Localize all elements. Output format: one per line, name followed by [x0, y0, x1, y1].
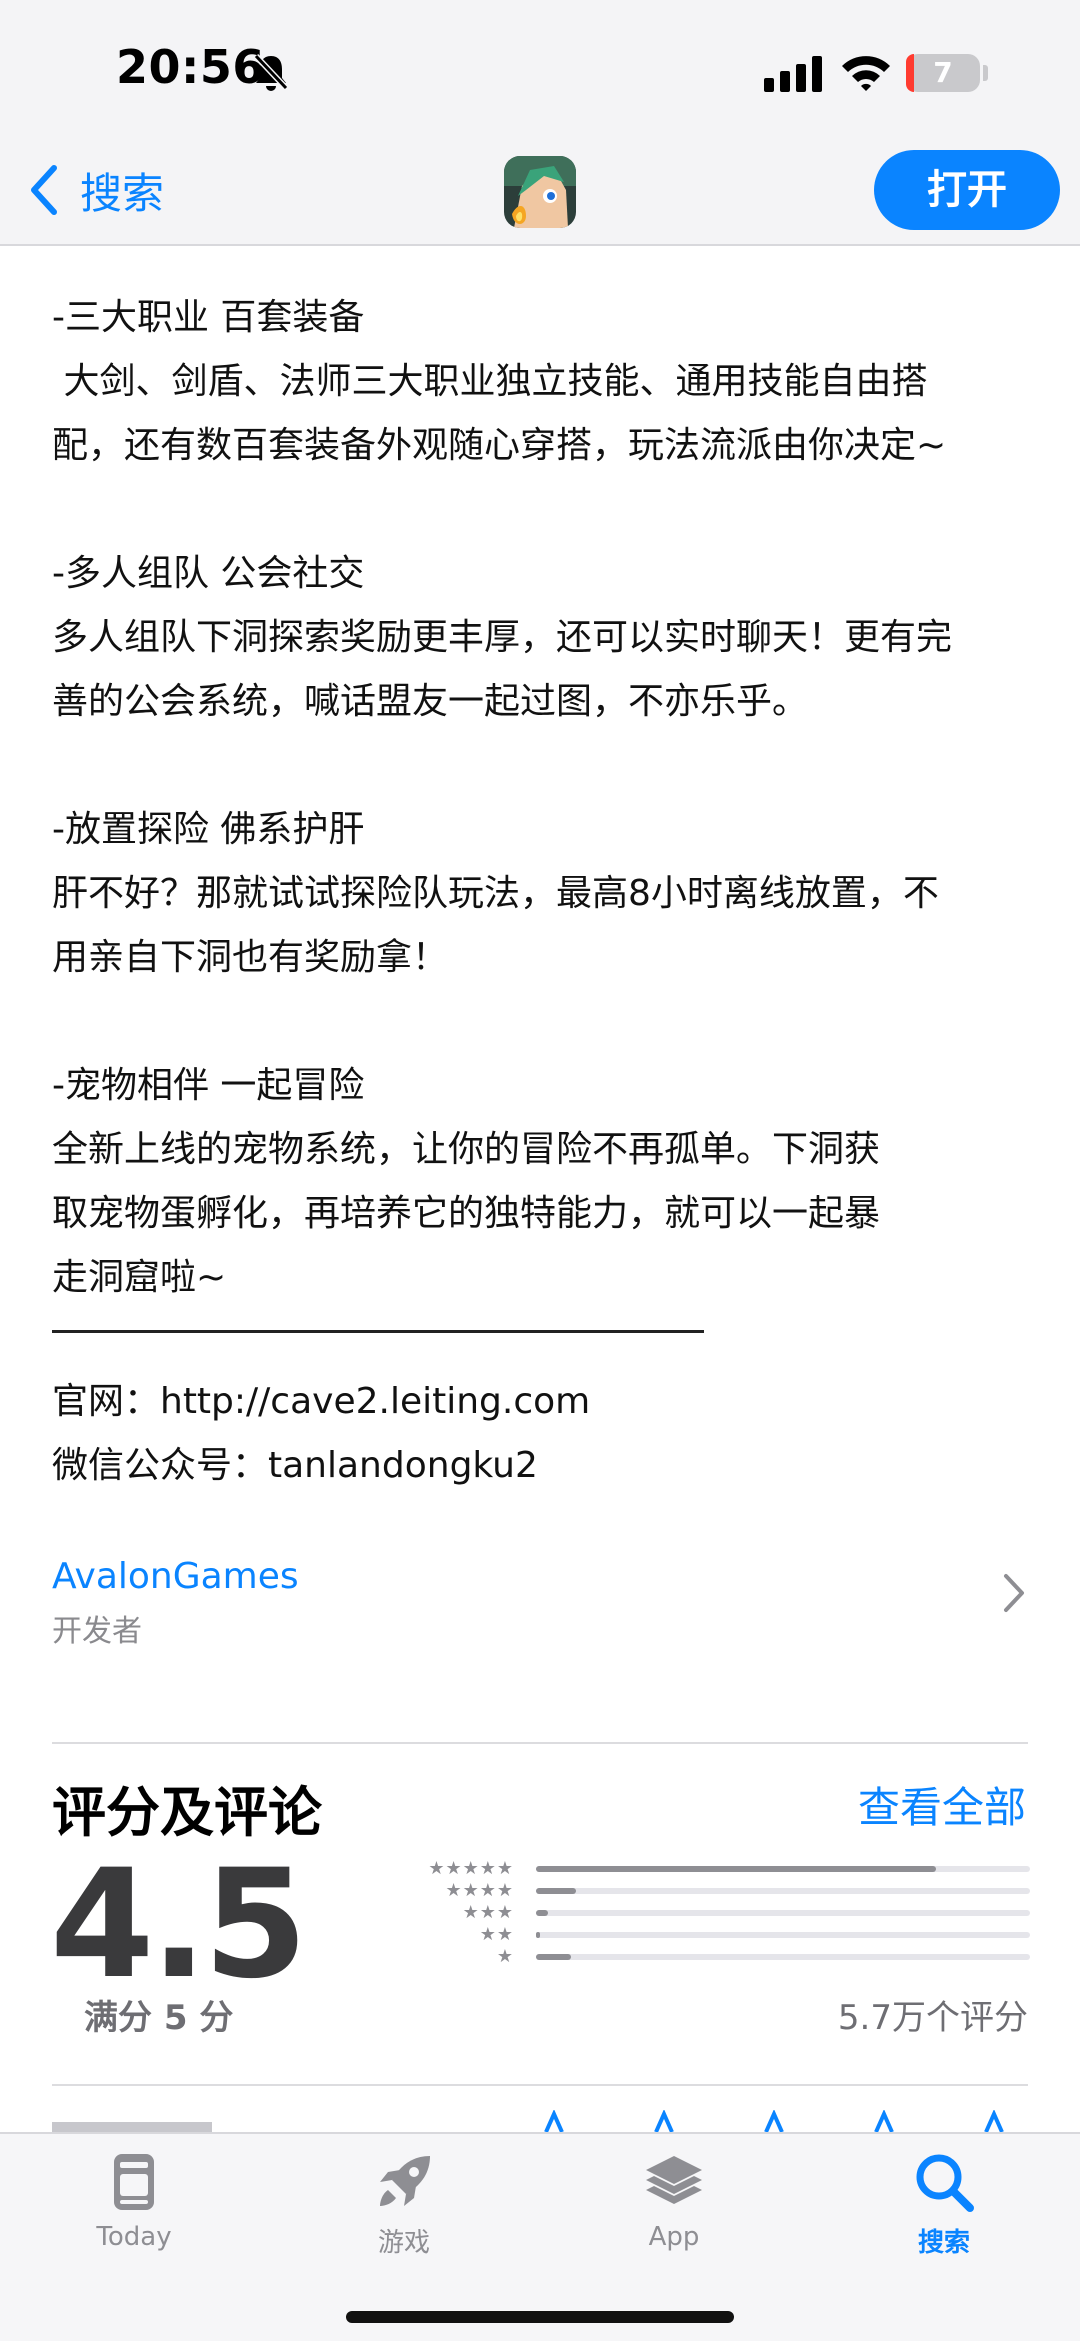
section-text: 多人组队下洞探索奖励更丰厚，还可以实时聊天！更有完 [52, 617, 953, 658]
section-separator [52, 1742, 1028, 1744]
developer-link[interactable]: AvalonGames [52, 1556, 299, 1597]
search-icon [916, 2154, 974, 2212]
tab-games[interactable]: 游戏 [314, 2150, 494, 2259]
rating-count: 5.7万个评分 [837, 1998, 1028, 2038]
battery-icon: 7 [906, 54, 980, 92]
battery-level: 7 [933, 56, 953, 89]
navigation-bar: 搜索 打开 [0, 140, 1080, 246]
average-rating: 4.5 [50, 1838, 308, 2012]
tab-search[interactable]: 搜索 [854, 2150, 1034, 2259]
three-star-bar [536, 1910, 1030, 1916]
five-stars-label: ★★★★★ [428, 1858, 514, 1879]
section-text: 大剑、剑盾、法师三大职业独立技能、通用技能自由搭 [52, 361, 928, 402]
developer-role-label: 开发者 [52, 1614, 142, 1649]
tab-label: 游戏 [377, 2228, 430, 2258]
back-label: 搜索 [80, 168, 165, 218]
game-app-icon [504, 156, 576, 228]
one-star-label: ★ [496, 1946, 514, 1967]
wifi-icon [842, 56, 890, 91]
next-section-peek [52, 2110, 1028, 2132]
chevron-left-icon [31, 165, 57, 215]
see-all-link[interactable]: 查看全部 [858, 1774, 1026, 1835]
three-star-bar-fill [536, 1910, 549, 1916]
three-stars-label: ★★★ [462, 1902, 514, 1923]
app-store-page: 20:56 7 搜索 打开 -三大职业 百套装备 大剑、剑盾、法师三大职业独立技… [0, 0, 1080, 2341]
status-time: 20:56 [116, 40, 265, 94]
four-star-bar-fill [536, 1888, 576, 1894]
open-button[interactable]: 打开 [874, 150, 1060, 230]
rating-out-of-label: 满分 5 分 [84, 1998, 234, 2038]
tab-label: 搜索 [917, 2228, 970, 2258]
four-star-bar [536, 1888, 1030, 1894]
back-button[interactable]: 搜索 [28, 158, 164, 222]
five-star-bar-fill [536, 1866, 937, 1872]
section-text: 肝不好？那就试试探险队玩法，最高8小时离线放置，不 [52, 873, 939, 914]
section-text: 走洞窟啦~ [52, 1257, 227, 1298]
five-star-bar [536, 1866, 1030, 1872]
today-icon [114, 2154, 154, 2210]
section-heading: -多人组队 公会社交 [52, 553, 365, 594]
app-stack-icon [646, 2156, 702, 2204]
tab-apps[interactable]: App [584, 2150, 764, 2252]
app-description: -三大职业 百套装备 大剑、剑盾、法师三大职业独立技能、通用技能自由搭 配，还有… [52, 286, 1042, 1310]
four-stars-label: ★★★★ [445, 1880, 514, 1901]
chevron-right-icon[interactable] [1002, 1572, 1026, 1614]
tab-label: Today [96, 2222, 172, 2252]
section-heading: -三大职业 百套装备 [52, 297, 365, 338]
bell-slash-icon [253, 53, 289, 91]
rating-distribution [536, 1866, 1030, 1976]
tab-label: App [648, 2222, 700, 2252]
ratings-title: 评分及评论 [52, 1781, 322, 1844]
section-text: 全新上线的宠物系统，让你的冒险不再孤单。下洞获 [52, 1129, 881, 1170]
tab-bar: Today 游戏 App 搜索 [0, 2132, 1080, 2341]
section-heading: -放置探险 佛系护肝 [52, 809, 365, 850]
star-labels: ★★★★★ ★★★★ ★★★ ★★ ★ [404, 1858, 514, 1968]
status-bar: 20:56 7 [0, 0, 1080, 140]
cellular-signal-icon [764, 56, 822, 92]
section-text: 用亲自下洞也有奖励拿！ [52, 937, 449, 978]
wechat-account-text: 微信公众号：tanlandongku2 [52, 1445, 538, 1486]
section-separator [52, 2084, 1028, 2086]
two-star-bar [536, 1932, 1030, 1938]
section-text: 善的公会系统，喊话盟友一起过图，不亦乐乎。 [52, 681, 809, 722]
one-star-bar [536, 1954, 1030, 1960]
home-indicator[interactable] [346, 2311, 734, 2323]
one-star-bar-fill [536, 1954, 571, 1960]
tab-today[interactable]: Today [44, 2150, 224, 2252]
text-divider-line [52, 1330, 704, 1333]
section-heading: -宠物相伴 一起冒险 [52, 1065, 365, 1106]
rocket-icon [380, 2156, 430, 2206]
two-stars-label: ★★ [479, 1924, 514, 1945]
official-website-text: 官网：http://cave2.leiting.com [52, 1381, 591, 1422]
section-text: 配，还有数百套装备外观随心穿搭，玩法流派由你决定~ [52, 425, 947, 466]
battery-cap [983, 65, 988, 81]
two-star-bar-fill [536, 1932, 540, 1938]
section-text: 取宠物蛋孵化，再培养它的独特能力，就可以一起暴 [52, 1193, 881, 1234]
